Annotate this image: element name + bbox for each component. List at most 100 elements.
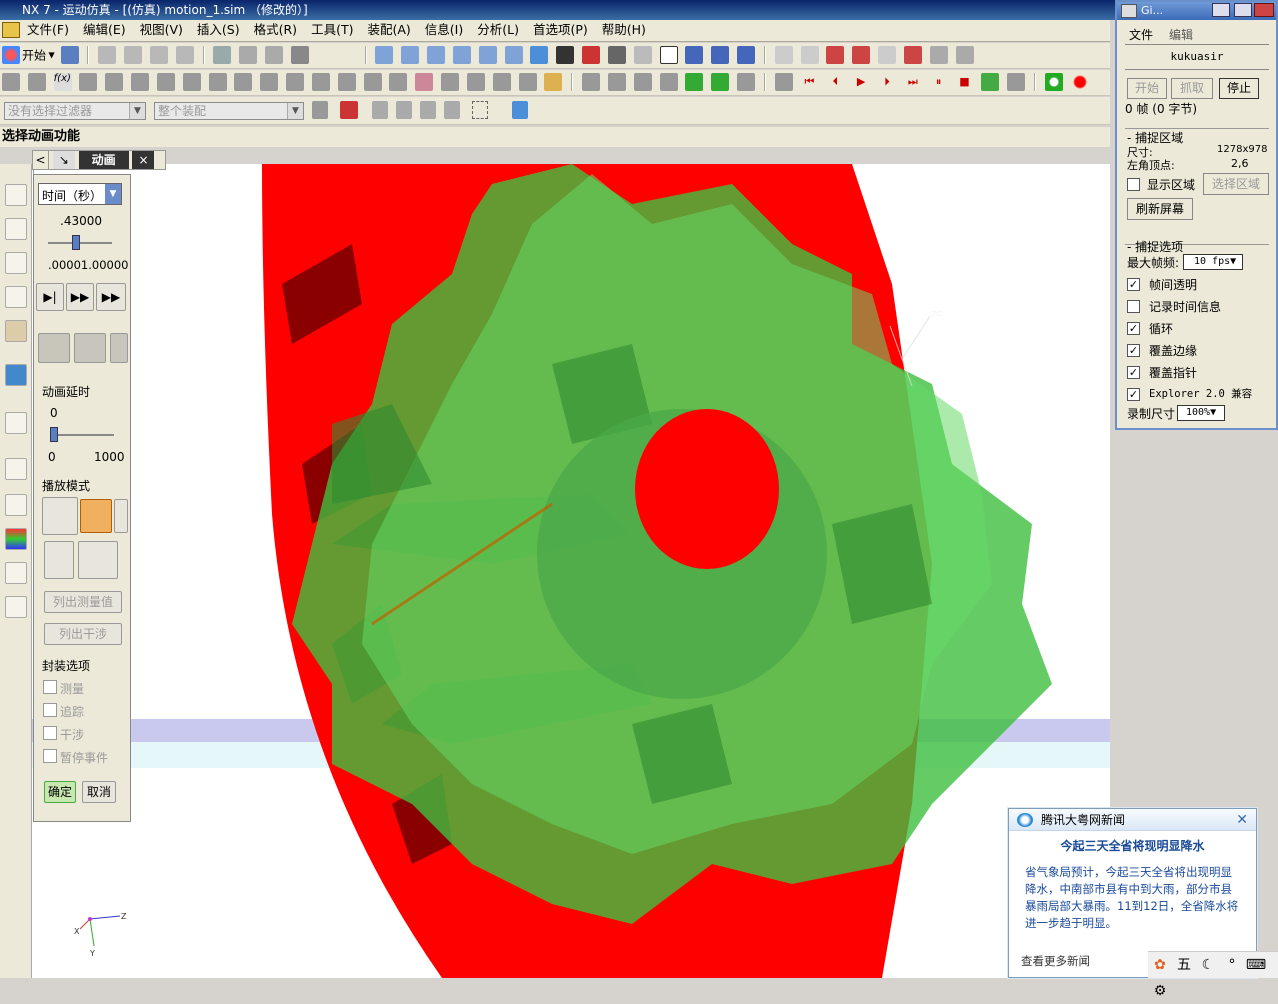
zoom-icon[interactable] [427, 46, 446, 64]
snap-point-icon[interactable] [774, 46, 793, 64]
gif-start-button[interactable]: 开始 [1127, 78, 1167, 99]
torque-icon[interactable] [234, 73, 253, 91]
menu-preferences[interactable]: 首选项(P) [526, 20, 595, 40]
delay-slider-track[interactable] [52, 434, 114, 436]
spreadsheet-icon[interactable] [633, 73, 652, 91]
spring-icon[interactable] [156, 73, 175, 91]
menu-tools[interactable]: 工具(T) [304, 20, 360, 40]
cancel-button[interactable]: 取消 [82, 781, 116, 803]
connector-icon[interactable] [131, 73, 150, 91]
finish-icon[interactable] [1007, 73, 1026, 91]
punctuation-icon[interactable]: ° [1221, 954, 1243, 976]
start-button[interactable]: 开始 [22, 49, 46, 63]
sensor-icon[interactable] [492, 73, 511, 91]
perspective-icon[interactable] [504, 46, 523, 64]
save-icon[interactable] [60, 46, 79, 64]
select-area-button[interactable]: 选择区域 [1203, 173, 1269, 195]
snap-intersect-icon[interactable] [878, 46, 897, 64]
joint-icon[interactable] [105, 73, 124, 91]
menu-insert[interactable]: 插入(S) [190, 20, 247, 40]
visual-style-tab-icon[interactable] [5, 528, 27, 550]
rectangle-select-icon[interactable] [472, 101, 488, 119]
paste-icon[interactable] [149, 46, 168, 64]
pingpong-mode-button[interactable] [114, 499, 128, 533]
export-frame-icon[interactable] [74, 333, 106, 363]
selection-options-icon[interactable] [312, 101, 328, 119]
step-back-icon[interactable] [685, 73, 704, 91]
system-scenes-tab-icon[interactable] [5, 596, 27, 618]
snap-center-icon[interactable] [903, 46, 922, 64]
ime-mode[interactable]: 五 [1173, 954, 1195, 976]
record-icon[interactable] [1044, 73, 1063, 91]
gif-menu-edit[interactable]: 编辑 [1169, 26, 1193, 43]
gif-grab-button[interactable]: 抓取 [1171, 78, 1213, 99]
stop-icon[interactable]: ■ [955, 73, 973, 91]
assembly-navigator-tab-icon[interactable] [5, 218, 27, 240]
close-icon[interactable]: ✕ [1236, 809, 1248, 831]
solve-icon[interactable] [544, 73, 563, 91]
playback-speed-icon[interactable] [981, 73, 1000, 91]
zoom-window-icon[interactable] [401, 46, 420, 64]
time-dropdown[interactable]: 时间（秒） ▼ [38, 183, 122, 205]
snap-end-icon[interactable] [800, 46, 819, 64]
menu-help[interactable]: 帮助(H) [595, 20, 653, 40]
news-body[interactable]: 省气象局预计，今起三天全省将出现明显降水，中南部市县有中到大雨，部分市县暴雨局部… [1025, 864, 1242, 932]
fast-forward-icon[interactable]: ⏭ [904, 73, 922, 91]
delete-icon[interactable] [175, 46, 194, 64]
menu-assemblies[interactable]: 装配(A) [360, 20, 417, 40]
gif-option-checkbox[interactable]: ✓ [1127, 344, 1140, 357]
white-background-icon[interactable] [659, 46, 678, 64]
minimize-icon[interactable] [1212, 3, 1230, 17]
more-news-link[interactable]: 查看更多新闻 [1021, 953, 1090, 969]
background-icon[interactable] [607, 46, 626, 64]
start-icon[interactable] [2, 46, 20, 64]
layer-icon[interactable] [685, 46, 704, 64]
menu-analysis[interactable]: 分析(L) [470, 20, 526, 40]
driver-icon[interactable] [311, 73, 330, 91]
history-tab-icon[interactable] [5, 412, 27, 434]
animation-tab[interactable]: 动画 [78, 151, 129, 169]
selection-filter-dropdown[interactable]: 没有选择过滤器 ▼ [4, 102, 146, 120]
list-interference-button[interactable]: 列出干涉 [44, 623, 122, 645]
step-back-frame-icon[interactable]: ⏴ [826, 73, 844, 91]
motion-navigator-tab-icon[interactable] [5, 184, 27, 206]
cut-icon[interactable] [98, 46, 117, 64]
select-feature-icon[interactable] [372, 101, 388, 119]
contact-icon[interactable] [286, 73, 305, 91]
fit-icon[interactable] [375, 46, 394, 64]
environment-icon[interactable] [27, 73, 46, 91]
menu-information[interactable]: 信息(I) [418, 20, 470, 40]
max-fps-select[interactable]: 10 fps▼ [1183, 254, 1243, 270]
animation-icon[interactable] [582, 73, 601, 91]
gear-coupler-icon[interactable] [337, 73, 356, 91]
export-icon[interactable] [659, 73, 678, 91]
clock-tab-icon[interactable] [5, 458, 27, 480]
close-icon[interactable] [1254, 3, 1274, 17]
snap-mid-icon[interactable] [826, 46, 845, 64]
constraint-icon[interactable] [389, 73, 408, 91]
rotate-icon[interactable] [452, 46, 471, 64]
show-area-checkbox[interactable] [1127, 178, 1140, 191]
paw-icon[interactable]: ✿ [1149, 954, 1171, 976]
motion-navigator-icon[interactable] [2, 73, 20, 91]
measure-angle-icon[interactable] [955, 46, 974, 64]
pan-icon[interactable] [478, 46, 497, 64]
copy-icon[interactable] [124, 46, 143, 64]
measure-checkbox[interactable] [43, 680, 57, 694]
gif-option-checkbox[interactable]: ✓ [1127, 278, 1140, 291]
pause-event-checkbox[interactable] [43, 749, 57, 763]
delay-slider-thumb[interactable] [50, 427, 58, 442]
close-panel-button[interactable]: × [132, 151, 155, 169]
select-body-icon[interactable] [396, 101, 412, 119]
gif-stop-button[interactable]: 停止 [1219, 78, 1259, 99]
interference-checkbox[interactable] [43, 726, 57, 740]
step-forward-icon[interactable] [711, 73, 730, 91]
anim-stop-icon[interactable] [774, 73, 793, 91]
orient-view-icon[interactable] [633, 46, 652, 64]
start-event-button[interactable] [44, 541, 74, 579]
move-object-icon[interactable] [737, 46, 756, 64]
loop-icon[interactable] [737, 73, 756, 91]
trace-checkbox[interactable] [43, 703, 57, 717]
measure-distance-icon[interactable] [929, 46, 948, 64]
graph-icon[interactable] [607, 73, 626, 91]
